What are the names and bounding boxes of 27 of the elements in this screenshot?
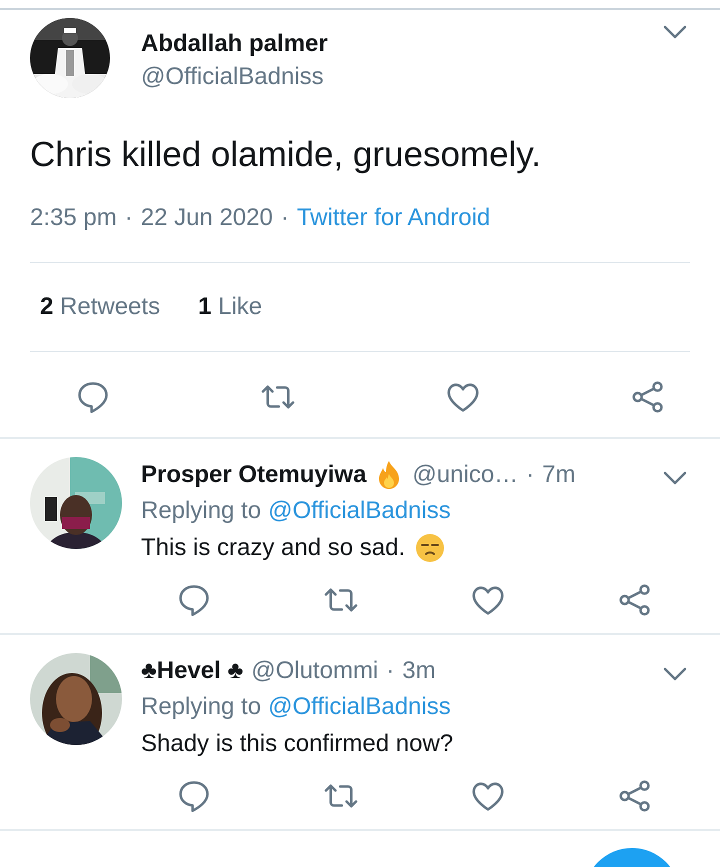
chevron-down-icon	[662, 24, 688, 40]
stat-count[interactable]: 1 Like	[198, 293, 262, 321]
replying-label: Replying to	[141, 497, 262, 525]
tweet-time: 2:35 pm	[30, 204, 117, 232]
reply-handle: @Olutommi	[251, 657, 378, 685]
reply-author-name: ♣Hevel ♣	[141, 657, 244, 685]
separator-dot: ·	[386, 657, 394, 685]
tweet-text: Chris killed olamide, gruesomely.	[30, 134, 542, 176]
tweet-date: 22 Jun 2020	[140, 204, 273, 232]
separator-dot: ·	[526, 461, 534, 489]
stat-count[interactable]: 2 Retweets	[40, 293, 160, 321]
author-handle: @OfficialBadniss	[141, 62, 325, 92]
mention-link[interactable]: @OfficialBadniss	[268, 693, 451, 721]
separator-dot: ·	[280, 204, 289, 232]
reply-text: Shady is this confirmed now?	[141, 730, 454, 758]
source-link[interactable]: Twitter for Android	[296, 204, 490, 232]
author-name: Abdallah palmer	[141, 29, 329, 59]
separator-dot: ·	[124, 204, 133, 232]
reply-age: 3m	[402, 657, 436, 685]
mention-link[interactable]: @OfficialBadniss	[268, 497, 451, 525]
chevron-down-icon	[662, 666, 688, 682]
reply-handle: @unico…	[412, 461, 518, 489]
reply-age: 7m	[542, 461, 576, 489]
reply-author-name: Prosper Otemuyiwa	[141, 461, 366, 489]
replying-label: Replying to	[141, 693, 262, 721]
reply-text: This is crazy and so sad.	[141, 534, 406, 562]
chevron-down-icon	[662, 470, 688, 486]
